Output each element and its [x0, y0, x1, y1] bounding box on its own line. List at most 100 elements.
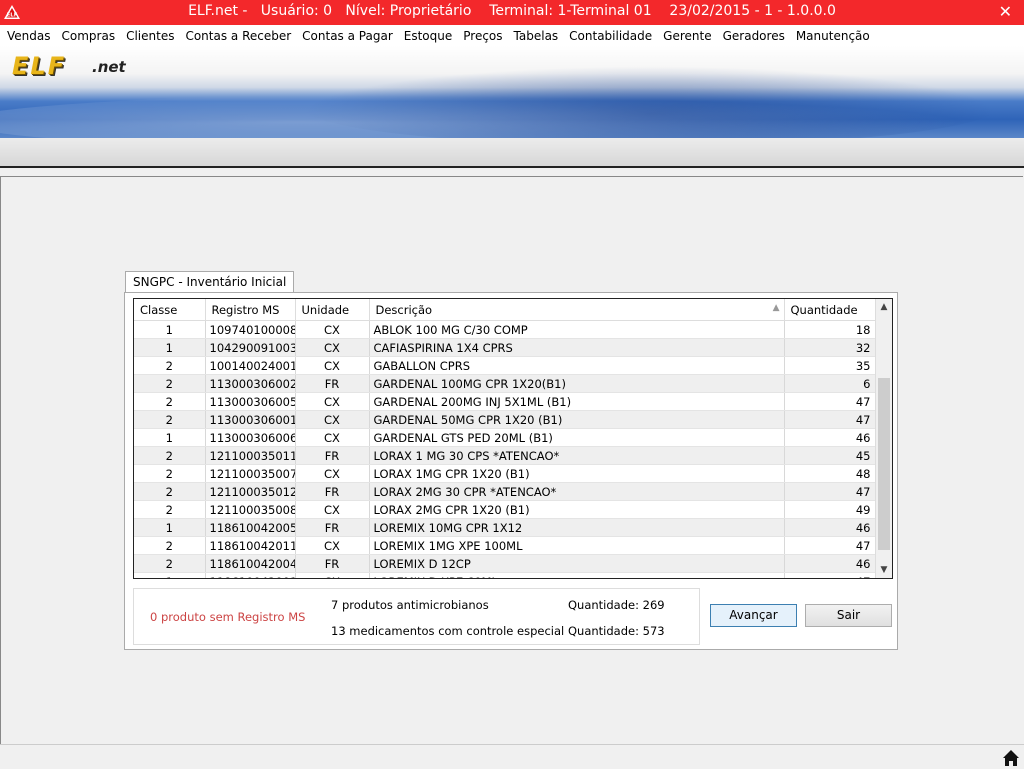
next-button[interactable]: Avançar: [710, 604, 797, 627]
cell-registro-ms: 1186100420116: [205, 536, 296, 555]
vertical-scrollbar[interactable]: ▲ ▼: [875, 299, 892, 578]
column-header-registro-ms[interactable]: Registro MS: [205, 299, 296, 321]
cell-descricao: LORAX 2MG 30 CPR *ATENCAO*: [369, 482, 785, 501]
menu-item-vendas[interactable]: Vendas: [0, 29, 55, 43]
cell-registro-ms: 1211000350085: [205, 500, 296, 519]
cell-quantidade: 47: [784, 410, 876, 429]
cell-registro-ms: 1130003060067: [205, 428, 296, 447]
menu-item-clientes[interactable]: Clientes: [119, 29, 178, 43]
scroll-up-icon[interactable]: ▲: [876, 299, 892, 315]
cell-unidade: CX: [295, 320, 370, 339]
table-row[interactable]: 21211000350077CXLORAX 1MG CPR 1X20 (B1)4…: [134, 464, 876, 483]
cell-registro-ms: 1042900910039: [205, 338, 296, 357]
cell-descricao: LOREMIX D XPE 60ML: [369, 572, 785, 578]
cell-classe: 1: [134, 572, 206, 578]
table-row[interactable]: 21130003060016CXGARDENAL 50MG CPR 1X20 (…: [134, 410, 876, 429]
toolbar: [0, 138, 1024, 168]
cell-quantidade: 46: [784, 518, 876, 537]
menu-item-tabelas[interactable]: Tabelas: [507, 29, 563, 43]
table-row[interactable]: 11097401000085CXABLOK 100 MG C/30 COMP18: [134, 320, 876, 339]
cell-descricao: GARDENAL 200MG INJ 5X1ML (B1): [369, 392, 785, 411]
cell-descricao: GABALLON CPRS: [369, 356, 785, 375]
inventory-grid[interactable]: Classe Registro MS Unidade Descrição ▲ Q…: [133, 298, 893, 579]
table-row[interactable]: 21211000350129FRLORAX 2MG 30 CPR *ATENCA…: [134, 482, 876, 501]
close-icon[interactable]: ✕: [999, 2, 1012, 21]
cell-unidade: CX: [295, 572, 370, 578]
cell-classe: 2: [134, 356, 206, 375]
menu-item-contabilidade[interactable]: Contabilidade: [562, 29, 656, 43]
cell-quantidade: 47: [784, 482, 876, 501]
cell-quantidade: 48: [784, 464, 876, 483]
column-header-unidade[interactable]: Unidade: [295, 299, 370, 321]
cell-unidade: CX: [295, 392, 370, 411]
menu-item-gerente[interactable]: Gerente: [656, 29, 715, 43]
table-row[interactable]: 11042900910039CXCAFIASPIRINA 1X4 CPRS32: [134, 338, 876, 357]
cell-classe: 2: [134, 446, 206, 465]
cell-quantidade: 32: [784, 338, 876, 357]
column-header-descricao[interactable]: Descrição ▲: [369, 299, 785, 321]
title-bar: ELF ELF.net - Usuário: 0 Nível: Propriet…: [0, 0, 1024, 25]
table-row[interactable]: 21211000350110FRLORAX 1 MG 30 CPS *ATENC…: [134, 446, 876, 465]
home-icon[interactable]: [1002, 749, 1020, 767]
cell-classe: 1: [134, 428, 206, 447]
column-header-classe[interactable]: Classe: [134, 299, 206, 321]
cell-quantidade: 46: [784, 428, 876, 447]
controlled-count: 13 medicamentos com controle especial: [331, 624, 565, 638]
menu-item-precos[interactable]: Preços: [456, 29, 506, 43]
cell-descricao: LORAX 1 MG 30 CPS *ATENCAO*: [369, 446, 785, 465]
table-header-row: Classe Registro MS Unidade Descrição ▲ Q…: [134, 299, 876, 321]
table-row[interactable]: 11130003060067CXGARDENAL GTS PED 20ML (B…: [134, 428, 876, 447]
table-row[interactable]: 21211000350085CXLORAX 2MG CPR 1X20 (B1)4…: [134, 500, 876, 519]
table-row[interactable]: 11186100420051FRLOREMIX 10MG CPR 1X1246: [134, 518, 876, 537]
table-row[interactable]: 21130003060059CXGARDENAL 200MG INJ 5X1ML…: [134, 392, 876, 411]
menu-bar: Vendas Compras Clientes Contas a Receber Con…: [0, 25, 1024, 46]
cell-descricao: CAFIASPIRINA 1X4 CPRS: [369, 338, 785, 357]
table-row[interactable]: 11186100420019CXLOREMIX D XPE 60ML47: [134, 572, 876, 578]
cell-quantidade: 47: [784, 392, 876, 411]
cell-quantidade: 49: [784, 500, 876, 519]
cell-unidade: CX: [295, 500, 370, 519]
column-header-quantidade[interactable]: Quantidade: [784, 299, 876, 321]
column-header-label: Descrição: [375, 302, 433, 317]
cell-registro-ms: 1097401000085: [205, 320, 296, 339]
cell-registro-ms: 1186100420019: [205, 572, 296, 578]
cell-unidade: CX: [295, 428, 370, 447]
cell-registro-ms: 1130003060016: [205, 410, 296, 429]
cell-quantidade: 6: [784, 374, 876, 393]
cell-classe: 2: [134, 554, 206, 573]
cell-unidade: CX: [295, 356, 370, 375]
table-row[interactable]: 21186100420043FRLOREMIX D 12CP46: [134, 554, 876, 573]
scroll-thumb[interactable]: [878, 378, 890, 550]
cell-quantidade: 47: [784, 572, 876, 578]
inventory-table: Classe Registro MS Unidade Descrição ▲ Q…: [134, 299, 876, 578]
menu-item-estoque[interactable]: Estoque: [397, 29, 457, 43]
scroll-down-icon[interactable]: ▼: [876, 562, 892, 578]
menu-item-geradores[interactable]: Geradores: [716, 29, 789, 43]
menu-item-contas-a-pagar[interactable]: Contas a Pagar: [295, 29, 397, 43]
antimicrobial-quantity: Quantidade: 269: [568, 598, 665, 612]
tab-inventario-inicial[interactable]: SNGPC - Inventário Inicial: [125, 271, 295, 294]
cell-classe: 2: [134, 482, 206, 501]
banner-decoration: [0, 92, 1024, 138]
menu-item-contas-a-receber[interactable]: Contas a Receber: [178, 29, 295, 43]
menu-item-compras[interactable]: Compras: [55, 29, 120, 43]
table-row[interactable]: 21186100420116CXLOREMIX 1MG XPE 100ML47: [134, 536, 876, 555]
table-row[interactable]: 21130003060024FRGARDENAL 100MG CPR 1X20(…: [134, 374, 876, 393]
cell-unidade: CX: [295, 464, 370, 483]
exit-button[interactable]: Sair: [805, 604, 892, 627]
cell-classe: 2: [134, 392, 206, 411]
table-row[interactable]: 21001400240010CXGABALLON CPRS35: [134, 356, 876, 375]
menu-item-manutencao[interactable]: Manutenção: [789, 29, 874, 43]
inventory-panel: Classe Registro MS Unidade Descrição ▲ Q…: [124, 292, 898, 650]
cell-descricao: LOREMIX D 12CP: [369, 554, 785, 573]
cell-classe: 2: [134, 500, 206, 519]
logo-suffix: .net: [92, 58, 126, 76]
header-banner: ELF .net: [0, 46, 1024, 138]
cell-unidade: FR: [295, 374, 370, 393]
cell-quantidade: 47: [784, 536, 876, 555]
antimicrobial-count: 7 produtos antimicrobianos: [331, 598, 489, 612]
cell-descricao: LOREMIX 10MG CPR 1X12: [369, 518, 785, 537]
cell-unidade: FR: [295, 518, 370, 537]
cell-quantidade: 18: [784, 320, 876, 339]
status-bar: [0, 744, 1024, 769]
